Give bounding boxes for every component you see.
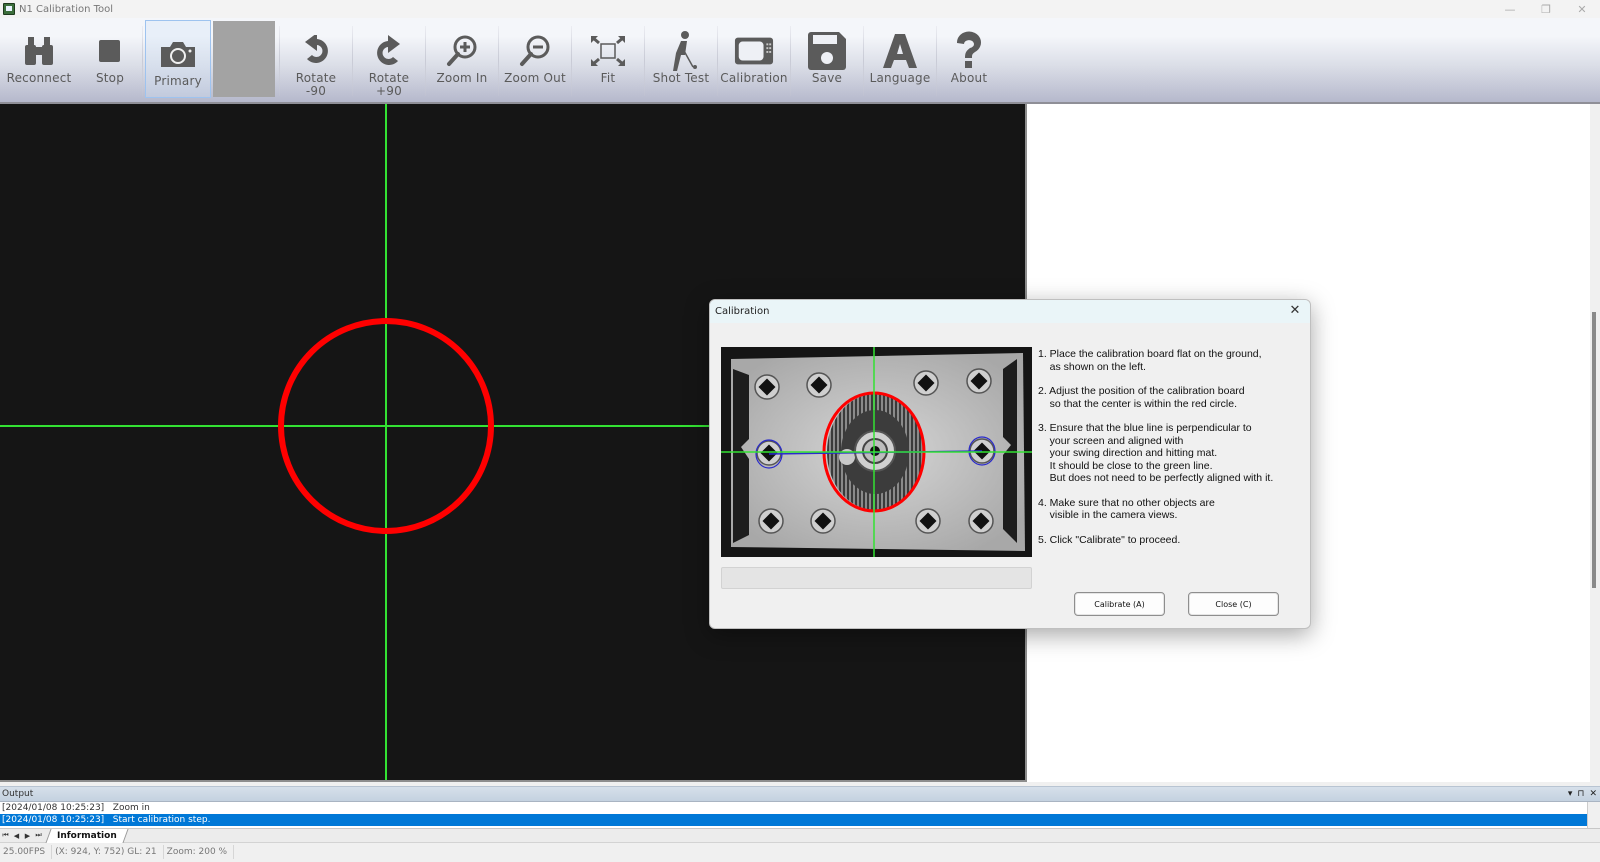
shot-test-button[interactable]: Shot Test — [645, 18, 717, 102]
camera-icon — [158, 35, 198, 73]
instruction-step: 1. Place the calibration board flat on t… — [1038, 348, 1262, 373]
instruction-step: 4. Make sure that no other objects are v… — [1038, 496, 1215, 522]
toolbar: Reconnect Stop Primary Rotate -90 Rotate… — [0, 18, 1600, 104]
monitor-icon — [734, 32, 774, 70]
status-cursor: (X: 924, Y: 752) GL: 21 — [52, 844, 164, 859]
rotate-left-button[interactable]: Rotate -90 — [280, 18, 352, 102]
instruction-step: 3. Ensure that the blue line is perpendi… — [1038, 422, 1274, 484]
output-tabs: ⏮ ◀ ▶ ⏭ Information — [0, 828, 1600, 843]
status-bar: 25.00FPS (X: 924, Y: 752) GL: 21 Zoom: 2… — [0, 842, 1600, 860]
rotate-right-button[interactable]: Rotate +90 — [353, 18, 425, 102]
output-header: Output ▾ ⊓ ✕ — [0, 786, 1600, 802]
toolbar-separator — [142, 26, 143, 96]
vertical-scrollbar[interactable] — [1590, 104, 1600, 782]
rotate-left-icon — [296, 32, 336, 70]
calibration-progress-bar — [721, 567, 1032, 589]
status-zoom: Zoom: 200 % — [164, 844, 235, 859]
output-log[interactable]: [2024/01/08 10:25:23] Zoom in [2024/01/0… — [0, 802, 1588, 828]
fit-label: Fit — [600, 71, 616, 85]
stop-button[interactable]: Stop — [78, 18, 142, 102]
log-row[interactable]: [2024/01/08 10:25:23] Zoom in — [0, 802, 1587, 814]
output-title: Output — [2, 789, 34, 799]
minimize-button[interactable]: — — [1492, 0, 1528, 18]
question-mark-icon — [949, 31, 989, 70]
primary-camera-button[interactable]: Primary — [145, 20, 211, 98]
close-window-button[interactable]: ✕ — [1564, 0, 1600, 18]
primary-label: Primary — [154, 74, 202, 88]
scrollbar-thumb[interactable] — [1592, 312, 1596, 588]
reconnect-label: Reconnect — [6, 71, 72, 85]
save-label: Save — [811, 71, 843, 85]
instruction-step: 5. Click "Calibrate" to proceed. — [1038, 533, 1181, 546]
dialog-title-bar: Calibration — [710, 300, 1310, 323]
binoculars-icon — [19, 32, 59, 70]
log-message: Zoom in — [112, 803, 150, 813]
panel-close-icon[interactable]: ✕ — [1589, 789, 1597, 799]
zoom-out-label: Zoom Out — [504, 71, 566, 85]
reconnect-button[interactable]: Reconnect — [0, 18, 78, 102]
last-tab-icon[interactable]: ⏭ — [33, 831, 44, 840]
dialog-title: Calibration — [715, 306, 770, 317]
rotate-right-icon — [369, 32, 409, 70]
close-button[interactable]: Close (C) — [1188, 592, 1279, 616]
zoom-in-button[interactable]: Zoom In — [426, 18, 498, 102]
rotate-left-label: Rotate -90 — [295, 71, 337, 98]
restore-button[interactable]: ❐ — [1528, 0, 1564, 18]
zoom-out-button[interactable]: Zoom Out — [499, 18, 571, 102]
app-icon — [3, 3, 15, 15]
log-message: Start calibration step. — [112, 815, 211, 825]
instruction-step: 2. Adjust the position of the calibratio… — [1038, 385, 1245, 410]
language-label: Language — [869, 71, 931, 85]
board-edge-left — [733, 369, 749, 543]
dialog-close-icon[interactable]: ✕ — [1288, 304, 1302, 318]
calibration-dialog: Calibration ✕ 1. Place the calibration b… — [709, 299, 1311, 629]
zoom-out-icon — [515, 32, 555, 70]
secondary-camera-placeholder[interactable] — [213, 21, 275, 97]
calibration-button[interactable]: Calibration — [718, 18, 790, 102]
first-tab-icon[interactable]: ⏮ — [0, 831, 11, 840]
tab-information[interactable]: Information — [45, 828, 129, 843]
fit-icon — [588, 32, 628, 70]
fit-button[interactable]: Fit — [572, 18, 644, 102]
save-button[interactable]: Save — [791, 18, 863, 102]
language-button[interactable]: Language — [864, 18, 936, 102]
prev-tab-icon[interactable]: ◀ — [11, 832, 22, 840]
log-row[interactable]: [2024/01/08 10:25:23] Start calibration … — [0, 814, 1587, 826]
instructions: 1. Place the calibration board flat on t… — [1038, 348, 1308, 558]
window-title: N1 Calibration Tool — [19, 3, 114, 15]
about-label: About — [950, 71, 988, 85]
status-fps: 25.00FPS — [0, 844, 53, 859]
title-bar: N1 Calibration Tool — ❐ ✕ — [0, 0, 1600, 18]
zoom-in-icon — [442, 32, 482, 70]
log-time: [2024/01/08 10:25:23] — [2, 815, 105, 825]
output-panel: Output ▾ ⊓ ✕ [2024/01/08 10:25:23] Zoom … — [0, 786, 1600, 862]
tab-information-label: Information — [57, 830, 117, 841]
calibration-board-preview — [721, 347, 1032, 557]
panel-pin-icon[interactable]: ⊓ — [1577, 789, 1584, 799]
panel-dropdown-icon[interactable]: ▾ — [1568, 789, 1573, 799]
stop-label: Stop — [95, 71, 125, 85]
floppy-disk-icon — [807, 32, 847, 70]
stop-icon — [90, 32, 130, 70]
log-time: [2024/01/08 10:25:23] — [2, 803, 105, 813]
zoom-in-label: Zoom In — [436, 71, 488, 85]
letter-a-icon — [880, 32, 920, 70]
rotate-right-label: Rotate +90 — [368, 71, 410, 98]
calibration-label: Calibration — [720, 71, 788, 85]
about-button[interactable]: About — [937, 18, 1001, 102]
golfer-icon — [661, 31, 701, 71]
next-tab-icon[interactable]: ▶ — [22, 832, 33, 840]
calibrate-button[interactable]: Calibrate (A) — [1074, 592, 1165, 616]
shot-test-label: Shot Test — [652, 71, 710, 85]
